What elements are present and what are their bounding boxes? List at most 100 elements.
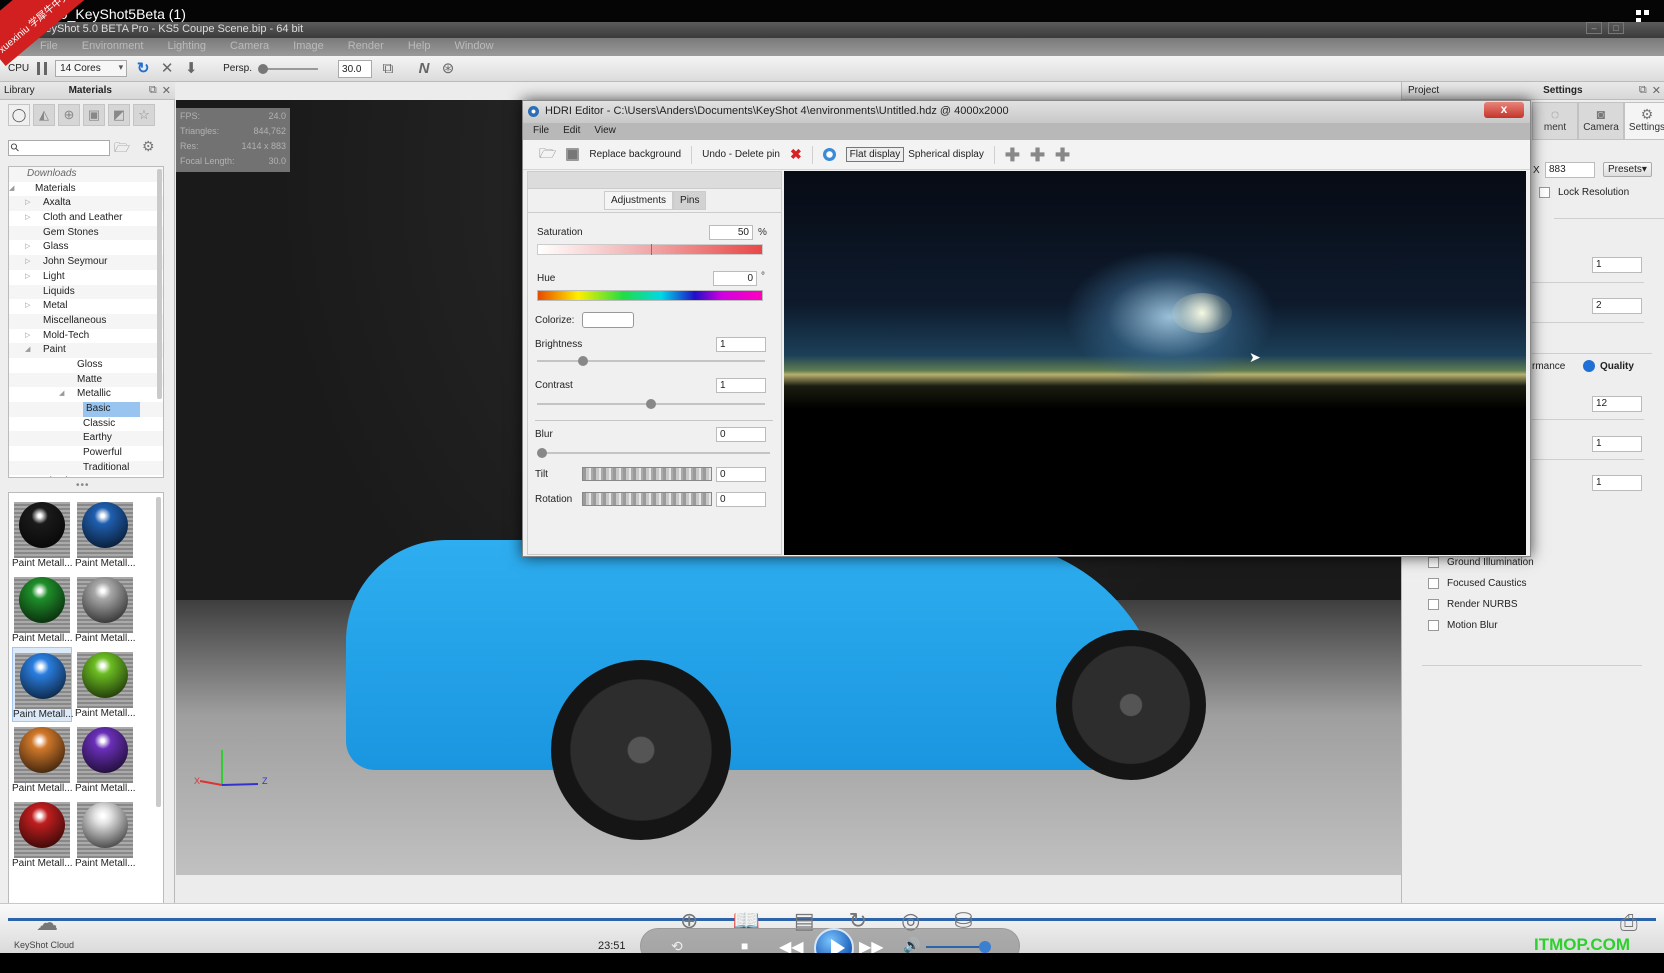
close-panel-icon[interactable]: ✕ [162, 84, 171, 97]
rotation-input[interactable]: 0 [716, 492, 766, 507]
material-thumbnail[interactable]: Paint Metall... [12, 722, 73, 797]
colorize-swatch[interactable] [582, 312, 634, 328]
nurbs-icon[interactable]: N [416, 60, 432, 77]
blur-slider[interactable] [537, 448, 770, 458]
tree-item[interactable]: Miscellaneous [9, 313, 163, 329]
tree-item[interactable]: ▷ Axalta [9, 196, 163, 212]
cores-dropdown[interactable]: 14 Cores [55, 60, 128, 77]
settings-field-4[interactable]: 1 [1592, 436, 1642, 452]
material-thumbnail[interactable]: Paint Metall... [75, 497, 136, 572]
spherical-display-button[interactable]: Spherical display [908, 149, 984, 160]
presets-dropdown[interactable]: Presets▾ [1603, 162, 1652, 177]
quality-radio[interactable]: Quality [1583, 360, 1634, 372]
checkbox-icon[interactable] [1428, 620, 1439, 631]
material-thumbnail[interactable]: Paint Metall... [12, 797, 73, 872]
performance-icon[interactable]: ⊛ [440, 60, 456, 77]
materials-tab-icon[interactable]: ◯ [8, 104, 30, 126]
collapsed-arrow-icon[interactable]: ▷ [25, 240, 30, 255]
delete-icon[interactable]: ✖ [790, 146, 802, 163]
flat-display-button[interactable]: Flat display [845, 147, 905, 162]
brightness-knob[interactable] [577, 356, 588, 366]
fov-input[interactable]: 30.0 [338, 59, 373, 78]
hue-slider[interactable] [537, 290, 763, 301]
expanded-arrow-icon[interactable]: ◢ [59, 387, 64, 402]
tree-item[interactable]: ▷ Glass [9, 240, 163, 255]
material-thumbnail[interactable]: Paint Metall... [75, 647, 136, 722]
collapsed-arrow-icon[interactable]: ▷ [25, 255, 30, 270]
tree-item[interactable]: Classic [9, 417, 163, 432]
tree-item[interactable]: Liquids [9, 284, 163, 300]
undo-button[interactable]: Undo - Delete pin [702, 149, 780, 160]
add-pin-icon[interactable]: ✚ [1005, 146, 1020, 164]
save-icon[interactable] [566, 148, 580, 161]
tab-environment[interactable]: ◌ ment [1532, 102, 1578, 140]
colors-tab-icon[interactable]: ◭ [33, 104, 55, 126]
settings-field-2[interactable]: 2 [1592, 298, 1642, 314]
tree-item[interactable]: ◢ Paint [9, 343, 163, 358]
tree-item[interactable]: Traditional [9, 460, 163, 476]
settings-field-5[interactable]: 1 [1592, 475, 1642, 491]
tab-adjustments[interactable]: Adjustments [604, 191, 674, 210]
tree-item[interactable]: ◢ Materials [9, 182, 163, 197]
checkbox-icon[interactable] [1428, 557, 1439, 568]
collapsed-arrow-icon[interactable]: ▷ [25, 475, 30, 477]
performance-radio-label[interactable]: rmance [1532, 361, 1565, 372]
menu-item[interactable]: Render [348, 40, 384, 56]
stop-icon[interactable]: ■ [741, 939, 748, 953]
tab-settings[interactable]: ⚙ Settings [1624, 102, 1664, 140]
replace-background-button[interactable]: Replace background [589, 149, 681, 160]
checkbox-icon[interactable] [1428, 599, 1439, 610]
add-folder-icon[interactable]: 🗁 [114, 139, 130, 161]
tree-item[interactable]: ▷ Plastic [9, 475, 163, 477]
tree-item[interactable]: Matte [9, 372, 163, 388]
add-pin-icon[interactable]: ✚ [1030, 146, 1045, 164]
textures-tab-icon[interactable]: ◩ [108, 104, 130, 126]
tilt-input[interactable]: 0 [716, 467, 766, 482]
refresh-icon[interactable]: ↻ [135, 60, 151, 77]
collapsed-arrow-icon[interactable]: ▷ [25, 211, 30, 226]
favorites-tab-icon[interactable]: ☆ [133, 104, 155, 126]
contrast-slider[interactable] [537, 399, 765, 409]
close-panel-icon[interactable]: ✕ [1652, 84, 1661, 97]
backplates-tab-icon[interactable]: ▣ [83, 104, 105, 126]
expanded-arrow-icon[interactable]: ◢ [25, 343, 30, 358]
menu-item[interactable]: Help [408, 40, 431, 56]
resolution-height-input[interactable]: 883 [1545, 162, 1595, 178]
hdri-menu-item[interactable]: Edit [563, 125, 580, 140]
material-thumbnail[interactable]: Paint Metall... [12, 572, 73, 647]
menu-item[interactable]: Window [454, 40, 493, 56]
tree-item[interactable]: ▷ Cloth and Leather [9, 211, 163, 226]
material-thumbnail[interactable]: Paint Metall... [12, 647, 74, 722]
material-thumbnail[interactable]: Paint Metall... [75, 722, 136, 797]
collapsed-arrow-icon[interactable]: ▷ [25, 299, 30, 314]
rotation-jog-wheel[interactable] [582, 492, 712, 506]
thumbnails-scrollbar[interactable] [156, 497, 161, 807]
hdri-preview-canvas[interactable]: ➤ [784, 171, 1526, 555]
tab-camera[interactable]: ◙ Camera [1578, 102, 1624, 140]
library-search-input[interactable] [8, 140, 110, 156]
tree-item[interactable]: ▷ Mold-Tech [9, 329, 163, 344]
tree-item[interactable]: Powerful [9, 446, 163, 461]
drop-to-ground-icon[interactable]: ⬇ [183, 60, 199, 77]
volume-icon[interactable]: 🔊 [903, 937, 920, 954]
tab-pins[interactable]: Pins [673, 191, 707, 210]
tree-item[interactable]: Downloads [9, 167, 163, 182]
hue-input[interactable]: 0 [713, 271, 757, 286]
brightness-slider[interactable] [537, 356, 765, 366]
tree-item[interactable]: Gem Stones [9, 225, 163, 241]
blur-input[interactable]: 0 [716, 427, 766, 442]
environments-tab-icon[interactable]: ⊕ [58, 104, 80, 126]
tree-item[interactable]: ▷ Metal [9, 299, 163, 314]
blur-knob[interactable] [537, 448, 547, 458]
fov-slider[interactable] [258, 63, 319, 74]
collapsed-arrow-icon[interactable]: ▷ [25, 270, 30, 285]
volume-slider[interactable] [926, 946, 986, 948]
collapsed-arrow-icon[interactable]: ▷ [25, 196, 30, 211]
screenshot-icon[interactable]: ⧉ [380, 60, 396, 77]
tree-scrollbar[interactable] [157, 169, 162, 399]
hdri-menu-item[interactable]: View [594, 125, 616, 140]
menu-item[interactable]: Lighting [168, 40, 207, 56]
saturation-input[interactable]: 50 [709, 225, 753, 240]
settings-field-1[interactable]: 1 [1592, 257, 1642, 273]
hdri-menu-item[interactable]: File [533, 125, 549, 140]
